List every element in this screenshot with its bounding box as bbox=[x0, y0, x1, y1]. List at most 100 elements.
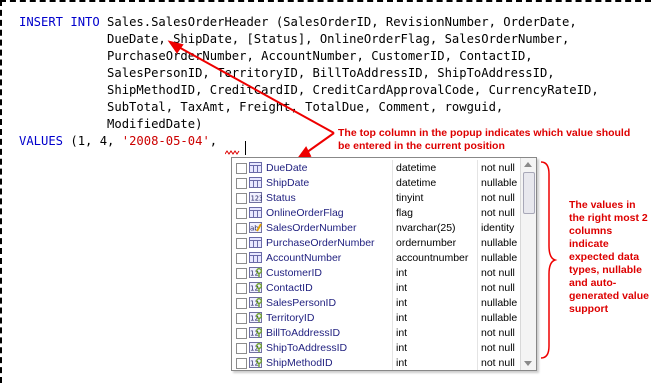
autocomplete-popup[interactable]: DueDate datetime not null ShipDate datetime n… bbox=[231, 157, 537, 371]
column-suggestion-row[interactable]: ab SalesOrderNumber nvarchar(25) identity bbox=[232, 220, 519, 236]
column-suggestion-row[interactable]: 123 Status tinyint not null bbox=[232, 190, 519, 206]
column-suggestion-row[interactable]: 12 BillToAddressID int not null bbox=[232, 325, 519, 341]
key-column-icon: 12 bbox=[249, 327, 262, 338]
column-name: DueDate bbox=[266, 162, 308, 174]
column-divider bbox=[477, 310, 478, 326]
row-checkbox[interactable] bbox=[236, 163, 247, 174]
row-checkbox[interactable] bbox=[236, 193, 247, 204]
column-suggestion-row[interactable]: 12 ShipMethodID int not null bbox=[232, 355, 519, 370]
column-type: nvarchar(25) bbox=[396, 222, 456, 234]
column-divider bbox=[392, 295, 393, 311]
column-name: OnlineOrderFlag bbox=[266, 207, 344, 219]
column-suggestion-row[interactable]: 12 CustomerID int not null bbox=[232, 265, 519, 281]
column-nullability: not null bbox=[481, 327, 515, 339]
row-checkbox[interactable] bbox=[236, 283, 247, 294]
scroll-thumb[interactable] bbox=[523, 172, 535, 214]
column-nullability: nullable bbox=[481, 297, 518, 309]
column-divider bbox=[392, 205, 393, 221]
column-name: SalesPersonID bbox=[266, 297, 337, 309]
top-annotation: The top column in the popup indicates wh… bbox=[338, 127, 631, 152]
column-divider bbox=[477, 235, 478, 251]
column-divider bbox=[392, 265, 393, 281]
row-checkbox[interactable] bbox=[236, 223, 247, 234]
column-divider bbox=[477, 175, 478, 191]
column-suggestion-row[interactable]: PurchaseOrderNumber ordernumber nullable bbox=[232, 235, 519, 251]
key-column-icon: 12 bbox=[249, 297, 262, 308]
row-checkbox[interactable] bbox=[236, 268, 247, 279]
column-icon bbox=[249, 237, 262, 248]
column-name: BillToAddressID bbox=[266, 327, 341, 339]
column-divider bbox=[477, 265, 478, 281]
key-column-icon: 12 bbox=[249, 312, 262, 323]
column-divider bbox=[392, 160, 393, 176]
column-nullability: identity bbox=[481, 222, 515, 234]
column-divider bbox=[392, 310, 393, 326]
column-nullability: not null bbox=[481, 192, 515, 204]
column-nullability: nullable bbox=[481, 177, 518, 189]
column-type: int bbox=[396, 282, 408, 294]
column-divider bbox=[392, 355, 393, 370]
column-nullability: not null bbox=[481, 162, 515, 174]
column-suggestion-row[interactable]: 12 ShipToAddressID int not null bbox=[232, 340, 519, 356]
column-divider bbox=[477, 295, 478, 311]
column-suggestion-row[interactable]: ShipDate datetime nullable bbox=[232, 175, 519, 191]
column-divider bbox=[477, 340, 478, 356]
right-annotation: The values in the right most 2 columns i… bbox=[569, 199, 649, 315]
column-suggestion-row[interactable]: 12 SalesPersonID int nullable bbox=[232, 295, 519, 311]
column-suggestion-row[interactable]: DueDate datetime not null bbox=[232, 160, 519, 176]
column-divider bbox=[477, 280, 478, 296]
row-checkbox[interactable] bbox=[236, 253, 247, 264]
column-name: ShipMethodID bbox=[266, 357, 333, 369]
column-type: datetime bbox=[396, 177, 437, 189]
column-divider bbox=[477, 205, 478, 221]
column-nullability: nullable bbox=[481, 252, 518, 264]
column-suggestion-row[interactable]: AccountNumber accountnumber nullable bbox=[232, 250, 519, 266]
numeric-column-icon: 123 bbox=[249, 192, 263, 203]
column-divider bbox=[392, 250, 393, 266]
column-divider bbox=[477, 250, 478, 266]
column-suggestion-row[interactable]: 12 ContactID int not null bbox=[232, 280, 519, 296]
column-type: accountnumber bbox=[396, 252, 469, 264]
column-type: tinyint bbox=[396, 192, 424, 204]
scroll-up-icon[interactable] bbox=[524, 162, 532, 167]
scroll-down-icon[interactable] bbox=[524, 361, 532, 366]
column-suggestion-row[interactable]: 12 TerritoryID int nullable bbox=[232, 310, 519, 326]
row-checkbox[interactable] bbox=[236, 328, 247, 339]
column-name: ShipDate bbox=[266, 177, 310, 189]
svg-text:123: 123 bbox=[251, 195, 263, 203]
column-nullability: nullable bbox=[481, 312, 518, 324]
column-name: TerritoryID bbox=[266, 312, 315, 324]
column-divider bbox=[392, 220, 393, 236]
row-checkbox[interactable] bbox=[236, 343, 247, 354]
row-checkbox[interactable] bbox=[236, 313, 247, 324]
key-column-icon: 12 bbox=[249, 282, 262, 293]
row-checkbox[interactable] bbox=[236, 238, 247, 249]
column-suggestion-row[interactable]: OnlineOrderFlag flag not null bbox=[232, 205, 519, 221]
column-nullability: not null bbox=[481, 357, 515, 369]
column-nullability: not null bbox=[481, 282, 515, 294]
column-type: int bbox=[396, 312, 408, 324]
column-nullability: nullable bbox=[481, 237, 518, 249]
column-name: ContactID bbox=[266, 282, 313, 294]
column-type: int bbox=[396, 297, 408, 309]
row-checkbox[interactable] bbox=[236, 298, 247, 309]
column-name: ShipToAddressID bbox=[266, 342, 348, 354]
column-type: int bbox=[396, 342, 408, 354]
column-icon bbox=[249, 162, 262, 173]
popup-scrollbar[interactable] bbox=[520, 158, 536, 370]
right-brace bbox=[540, 161, 558, 359]
column-name: SalesOrderNumber bbox=[266, 222, 357, 234]
column-icon bbox=[249, 252, 262, 263]
row-checkbox[interactable] bbox=[236, 358, 247, 369]
row-checkbox[interactable] bbox=[236, 178, 247, 189]
column-divider bbox=[392, 175, 393, 191]
key-column-icon: 12 bbox=[249, 357, 262, 368]
column-name: AccountNumber bbox=[266, 252, 342, 264]
key-column-icon: 12 bbox=[249, 267, 262, 278]
column-type: ordernumber bbox=[396, 237, 457, 249]
row-checkbox[interactable] bbox=[236, 208, 247, 219]
column-name: Status bbox=[266, 192, 296, 204]
column-divider bbox=[392, 340, 393, 356]
column-type: datetime bbox=[396, 162, 437, 174]
column-nullability: not null bbox=[481, 207, 515, 219]
